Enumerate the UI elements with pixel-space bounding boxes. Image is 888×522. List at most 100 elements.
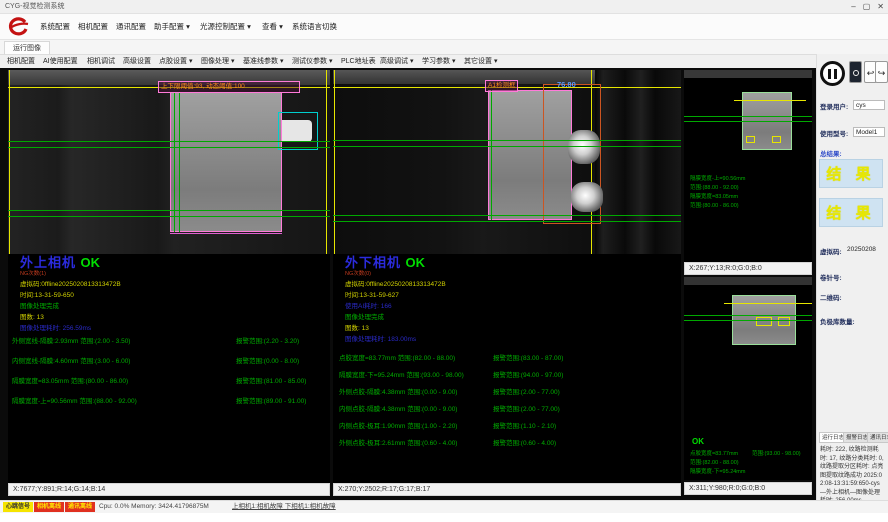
menu-item-language-switch[interactable]: 系统语言切换 bbox=[288, 14, 341, 40]
measurement-text: 隔膜宽度-下=95.24mm 范围:(93.00 - 98.00) bbox=[339, 369, 464, 379]
pixel-coords-thumb1: X:267;Y:13;R:0;G:0;B:0 bbox=[684, 262, 812, 275]
alarm-range-text: 报警范围:(81.00 - 85.00) bbox=[236, 375, 306, 385]
yellow-marker-box bbox=[746, 136, 755, 143]
thumb-text-line: 点胶宽度=83.77mm bbox=[690, 449, 738, 457]
pin-number-label: 卷针号: bbox=[820, 272, 842, 282]
alarm-range-text: 报警范围:(2.00 - 77.00) bbox=[493, 386, 560, 396]
thumb-text-line: 隔膜宽度-下=95.24mm bbox=[690, 467, 745, 475]
alarm-range-text: 报警范围:(0.00 - 8.00) bbox=[236, 355, 299, 365]
model-field[interactable]: Model1 bbox=[853, 127, 885, 137]
toolbar-ai-config[interactable]: AI使用配置 bbox=[40, 55, 81, 69]
camera-mode-button[interactable] bbox=[849, 61, 862, 83]
camera-view-lower-outer[interactable]: A1检测框 76.80 外下相机 OK NG次数(0) 虚拟码:0ffline2… bbox=[333, 70, 681, 483]
tab-run-image[interactable]: 运行图像 bbox=[4, 41, 50, 54]
thumb-text-line: 范围:(80.00 - 86.00) bbox=[690, 201, 739, 209]
pixel-coords-mid: X:270;Y:2502;R:17;G:17;B:17 bbox=[333, 483, 681, 496]
green-measure-line bbox=[684, 116, 812, 117]
green-measure-line bbox=[684, 320, 812, 321]
thumbnail-view-1[interactable]: 隔膜宽度-上=90.56mm 范围:(88.00 - 92.00) 隔膜宽度=8… bbox=[684, 70, 812, 262]
measurement-text: 隔膜宽度=83.05mm 范围:(80.00 - 86.00) bbox=[12, 375, 128, 385]
menu-item-camera-config[interactable]: 相机配置 bbox=[74, 14, 112, 40]
window-title: CYG-视觉检测系统 bbox=[5, 3, 65, 10]
toolbar-camera-config[interactable]: 相机配置 bbox=[4, 55, 38, 69]
toolbar-plc-table[interactable]: PLC地址表 bbox=[338, 55, 379, 69]
comm-status-badge: 通讯离线 bbox=[65, 502, 95, 512]
machine-rail bbox=[684, 277, 812, 285]
undo-arrow-icon: ↩ bbox=[867, 68, 875, 78]
green-measure-line bbox=[684, 315, 812, 316]
window-controls: – ▢ ✕ bbox=[851, 0, 884, 14]
measurement-text: 内侧宽线-隔膜:4.60mm 范围:(3.00 - 6.00) bbox=[12, 355, 130, 365]
thumb-status: OK bbox=[692, 437, 704, 446]
pixel-coords-thumb2: X:311;Y:980;R:0;G:0;B:0 bbox=[684, 482, 812, 495]
toolbar-advanced-set[interactable]: 高级设置 bbox=[120, 55, 154, 69]
menu-item-comm-config[interactable]: 通讯配置 bbox=[112, 14, 150, 40]
alarm-range-text: 报警范围:(1.10 - 2.10) bbox=[493, 420, 556, 430]
model-label: 使用型号: bbox=[820, 128, 848, 138]
menu-bar: 系统配置 相机配置 通讯配置 助手配置 ▾ 光源控制配置 ▾ 查看 ▾ 系统语言… bbox=[0, 14, 888, 40]
app-window: CYG-视觉检测系统 – ▢ ✕ 系统配置 相机配置 通讯配置 助手配置 ▾ 光… bbox=[0, 0, 888, 522]
toolbar-tester-param[interactable]: 测试仪参数 ▾ bbox=[289, 55, 335, 69]
main-content: 上下限阈值:93, 动态阈值:100 外上相机 OK NG次数(1) 虚拟码:0… bbox=[0, 68, 816, 500]
alarm-range-text: 报警范围:(2.20 - 3.20) bbox=[236, 335, 299, 345]
heartbeat-badge: 心跳信号 bbox=[3, 502, 33, 512]
toolbar-glue-set[interactable]: 点胶设置 ▾ bbox=[156, 55, 195, 69]
next-view-button[interactable]: ↪ bbox=[875, 61, 888, 83]
menu-item-view[interactable]: 查看 ▾ bbox=[258, 14, 287, 40]
total-result-label: 总结果: bbox=[820, 148, 842, 158]
camera-view-upper-outer[interactable]: 上下限阈值:93, 动态阈值:100 外上相机 OK NG次数(1) 虚拟码:0… bbox=[8, 70, 330, 483]
maximize-button[interactable]: ▢ bbox=[863, 0, 871, 14]
app-logo-icon bbox=[7, 17, 29, 37]
status-bar: 心跳信号 相机离线 通讯离线 Cpu: 0.0% Memory: 3424.41… bbox=[0, 500, 888, 513]
redo-arrow-icon: ↪ bbox=[878, 68, 886, 78]
yellow-reference-line bbox=[724, 303, 812, 304]
measurement-text: 内侧点胶-隔膜:4.38mm 范围:(0.00 - 9.00) bbox=[339, 403, 457, 413]
toolbar-baseline-param[interactable]: 基准线参数 ▾ bbox=[240, 55, 286, 69]
thumb-text-line: 隔膜宽度-上=90.56mm bbox=[690, 174, 745, 182]
minimize-button[interactable]: – bbox=[851, 0, 855, 14]
toolbar-camera-debug[interactable]: 相机调试 bbox=[84, 55, 118, 69]
close-button[interactable]: ✕ bbox=[877, 0, 884, 14]
machine-rail bbox=[684, 70, 812, 78]
measurement-text: 外侧宽线-隔膜:2.93mm 范围:(2.00 - 3.50) bbox=[12, 335, 130, 345]
alarm-range-text: 报警范围:(89.00 - 91.00) bbox=[236, 395, 306, 405]
thumb-text-line: 范围:(82.00 - 88.00) bbox=[690, 458, 739, 466]
yellow-marker-box bbox=[778, 317, 790, 326]
virtual-code-label: 虚拟码: bbox=[820, 246, 842, 256]
alarm-range-text: 报警范围:(0.60 - 4.00) bbox=[493, 437, 556, 447]
login-user-label: 登录用户: bbox=[820, 101, 848, 111]
measurement-text: 外侧点胶-极耳:2.61mm 范围:(0.60 - 4.00) bbox=[339, 437, 457, 447]
toolbar-other-set[interactable]: 其它设置 ▾ bbox=[461, 55, 500, 69]
yellow-marker-box bbox=[772, 136, 781, 143]
toolbar-learn-param[interactable]: 学习参数 ▾ bbox=[419, 55, 458, 69]
camera-icon bbox=[853, 70, 859, 76]
camera-fault-text: 上相机1:相机故障 下相机1:相机故障 bbox=[232, 502, 336, 512]
right-panel: ↩ ↪ 登录用户: cys 使用型号: Model1 总结果: 结 果 结 果 … bbox=[816, 54, 888, 500]
menu-item-system-config[interactable]: 系统配置 bbox=[36, 14, 74, 40]
menu-item-assist-config[interactable]: 助手配置 ▾ bbox=[150, 14, 194, 40]
pixel-coords-left: X:7677;Y:891;R:14;G:14;B:14 bbox=[8, 483, 330, 496]
qr-code-label: 二维码: bbox=[820, 292, 842, 302]
measurement-list: 外侧宽线-隔膜:2.93mm 范围:(2.00 - 3.50) 报警范围:(2.… bbox=[8, 70, 330, 483]
alarm-range-text: 报警范围:(94.00 - 97.00) bbox=[493, 369, 563, 379]
measurement-list: 点胶宽度=83.77mm 范围:(82.00 - 88.00) 报警范围:(83… bbox=[333, 70, 681, 483]
toolbar-image-process[interactable]: 图像处理 ▾ bbox=[198, 55, 237, 69]
green-measure-line bbox=[684, 121, 812, 122]
thumbnail-view-2[interactable]: OK 点胶宽度=83.77mm 范围:(82.00 - 88.00) 隔膜宽度-… bbox=[684, 277, 812, 480]
thumb-text-line: 范围:(88.00 - 92.00) bbox=[690, 183, 739, 191]
alarm-range-text: 报警范围:(83.00 - 87.00) bbox=[493, 352, 563, 362]
alarm-range-text: 报警范围:(2.00 - 77.00) bbox=[493, 403, 560, 413]
log-tab-comm[interactable]: 通讯日志 bbox=[867, 432, 888, 443]
result-box-2: 结 果 bbox=[819, 198, 883, 227]
menu-item-light-config[interactable]: 光源控制配置 ▾ bbox=[196, 14, 255, 40]
camera-status-badge: 相机离线 bbox=[34, 502, 64, 512]
login-user-field[interactable]: cys bbox=[853, 100, 885, 110]
toolbar-advanced-debug[interactable]: 高级调试 ▾ bbox=[377, 55, 416, 69]
pause-button[interactable] bbox=[820, 61, 845, 86]
virtual-code-value: 20250208 bbox=[847, 246, 876, 253]
tab-row: 运行图像 bbox=[0, 40, 888, 54]
thumb-text-line: 隔膜宽度=83.05mm bbox=[690, 192, 738, 200]
measurement-text: 内侧点胶-极耳:1.90mm 范围:(1.00 - 2.20) bbox=[339, 420, 457, 430]
yellow-marker-box bbox=[756, 317, 772, 326]
yellow-reference-line bbox=[734, 100, 806, 101]
